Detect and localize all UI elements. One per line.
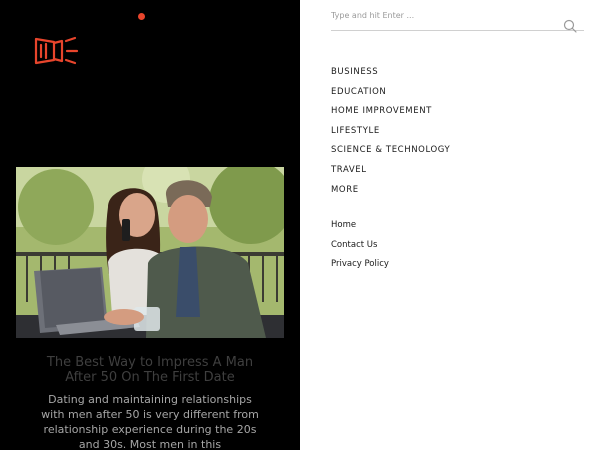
couple-at-laptop-photo [16, 167, 284, 338]
article-title[interactable]: The Best Way to Impress A Man After 50 O… [30, 355, 270, 385]
menu-dot-icon[interactable] [138, 13, 145, 20]
right-panel: BUSINESS EDUCATION HOME IMPROVEMENT LIFE… [300, 0, 600, 450]
category-menu: BUSINESS EDUCATION HOME IMPROVEMENT LIFE… [331, 66, 450, 203]
page-item-home[interactable]: Home [331, 219, 389, 239]
category-item-education[interactable]: EDUCATION [331, 86, 450, 106]
left-panel: The Best Way to Impress A Man After 50 O… [0, 0, 300, 450]
page-menu: Home Contact Us Privacy Policy [331, 219, 389, 278]
category-item-home-improvement[interactable]: HOME IMPROVEMENT [331, 105, 450, 125]
page-item-privacy-policy[interactable]: Privacy Policy [331, 258, 389, 278]
category-item-more[interactable]: MORE [331, 184, 450, 204]
site-logo[interactable] [32, 33, 82, 67]
search-bar [331, 6, 584, 33]
category-item-lifestyle[interactable]: LIFESTYLE [331, 125, 450, 145]
search-input[interactable] [331, 7, 551, 23]
featured-image[interactable] [16, 167, 284, 338]
megaphone-logo-icon [34, 36, 79, 65]
category-item-science-technology[interactable]: SCIENCE & TECHNOLOGY [331, 144, 450, 164]
category-item-business[interactable]: BUSINESS [331, 66, 450, 86]
search-icon[interactable] [563, 19, 577, 33]
article-excerpt: Dating and maintaining relationships wit… [41, 393, 259, 450]
page-item-contact-us[interactable]: Contact Us [331, 239, 389, 259]
category-item-travel[interactable]: TRAVEL [331, 164, 450, 184]
